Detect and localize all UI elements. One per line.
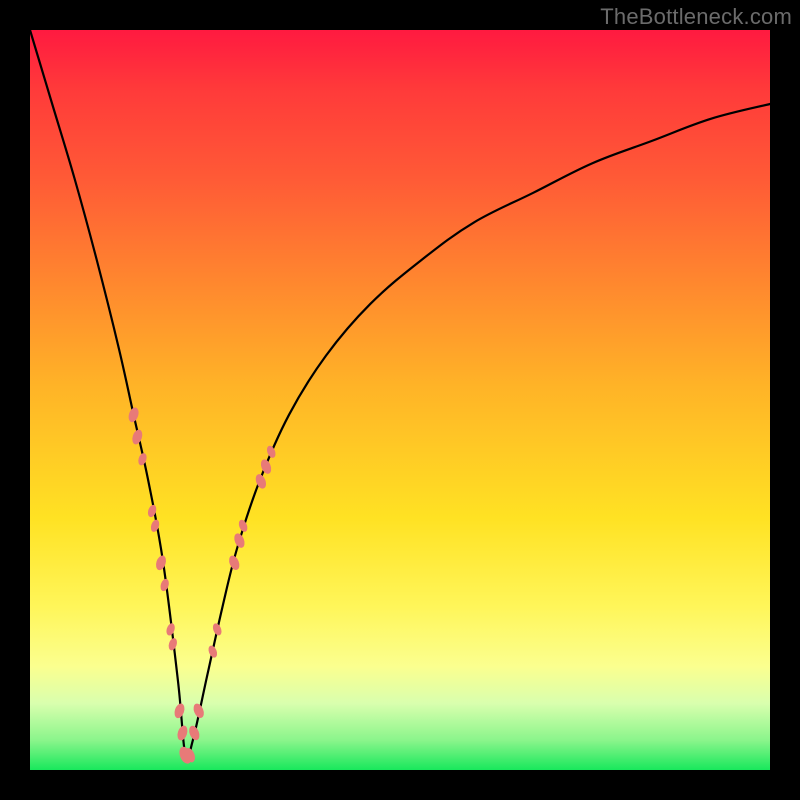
marker-point: [137, 452, 148, 466]
marker-point: [154, 554, 167, 571]
marker-point: [207, 644, 219, 659]
marker-point: [232, 532, 246, 549]
curve-layer: [30, 30, 770, 770]
marker-point: [211, 622, 223, 637]
marker-point: [187, 724, 201, 741]
chart-frame: TheBottleneck.com: [0, 0, 800, 800]
watermark-text: TheBottleneck.com: [600, 4, 792, 30]
marker-point: [237, 519, 249, 534]
marker-point: [259, 458, 273, 475]
curve-markers: [127, 406, 277, 765]
plot-area: [30, 30, 770, 770]
bottleneck-curve: [30, 30, 770, 759]
marker-point: [165, 622, 176, 636]
marker-point: [173, 702, 186, 719]
marker-point: [127, 406, 140, 423]
marker-point: [131, 428, 144, 445]
marker-point: [167, 637, 178, 651]
marker-point: [176, 724, 189, 741]
marker-point: [265, 445, 277, 460]
marker-point: [192, 702, 206, 719]
marker-point: [159, 578, 170, 592]
marker-point: [227, 554, 241, 571]
